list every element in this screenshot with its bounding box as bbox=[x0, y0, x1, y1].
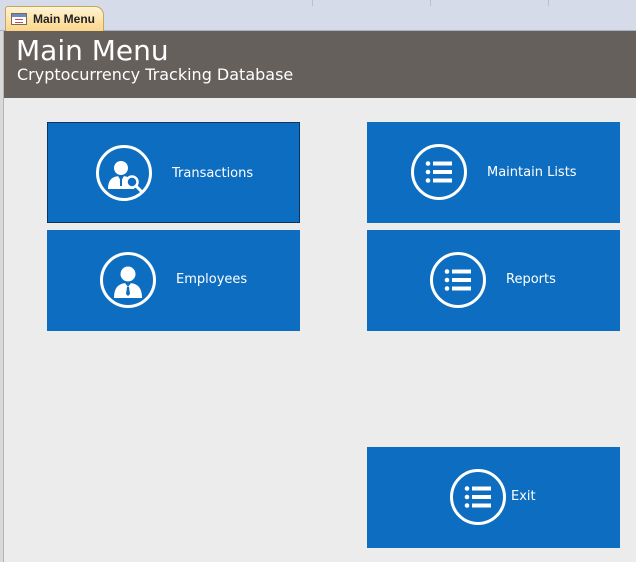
transactions-button[interactable]: Transactions bbox=[47, 122, 300, 223]
maintain-lists-button[interactable]: Maintain Lists bbox=[367, 122, 620, 223]
transactions-label: Transactions bbox=[172, 166, 254, 181]
document-tab-strip: Main Menu bbox=[0, 0, 636, 31]
tab-main-menu[interactable]: Main Menu bbox=[5, 6, 104, 31]
page-title: Main Menu bbox=[16, 34, 169, 67]
tab-label: Main Menu bbox=[33, 12, 95, 26]
form-left-border bbox=[0, 31, 4, 562]
reports-label: Reports bbox=[506, 272, 556, 287]
list-icon bbox=[411, 144, 467, 200]
form-header: Main Menu Cryptocurrency Tracking Databa… bbox=[4, 31, 636, 98]
maintain-lists-label: Maintain Lists bbox=[487, 165, 577, 180]
list-icon bbox=[450, 469, 506, 525]
list-icon bbox=[430, 252, 486, 308]
reports-button[interactable]: Reports bbox=[367, 230, 620, 331]
page-subtitle: Cryptocurrency Tracking Database bbox=[17, 65, 294, 84]
exit-button[interactable]: Exit bbox=[367, 447, 620, 548]
user-icon bbox=[100, 252, 156, 308]
tab-strip-divider bbox=[430, 0, 431, 6]
employees-label: Employees bbox=[176, 272, 248, 287]
user-search-icon bbox=[96, 145, 152, 201]
tab-strip-divider bbox=[312, 0, 313, 6]
form-icon bbox=[11, 13, 27, 25]
exit-label: Exit bbox=[511, 489, 536, 504]
employees-button[interactable]: Employees bbox=[47, 230, 300, 331]
tab-strip-divider bbox=[548, 0, 549, 6]
